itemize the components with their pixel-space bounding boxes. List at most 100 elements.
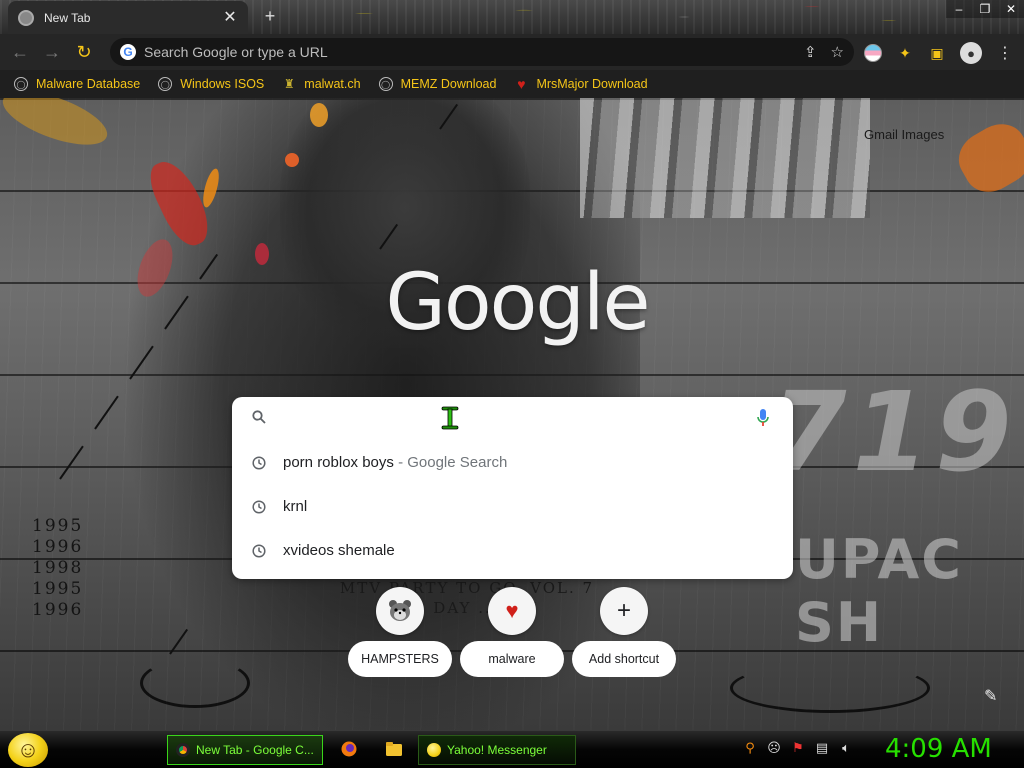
suggestion-item[interactable]: xvideos shemale xyxy=(232,529,793,573)
wallpaper-scroll-ornament xyxy=(730,663,930,713)
shortcut-tile[interactable]: ♥ xyxy=(488,587,536,635)
tab-title: New Tab xyxy=(44,10,91,25)
folder-icon[interactable] xyxy=(385,740,403,758)
search-box[interactable] xyxy=(232,397,793,439)
shortcut-tile[interactable] xyxy=(376,587,424,635)
new-tab-button[interactable]: + xyxy=(260,6,280,26)
suggestion-item[interactable]: krnl xyxy=(232,485,793,529)
add-shortcut-tile[interactable]: + xyxy=(600,587,648,635)
taskbar-item-chrome[interactable]: New Tab - Google C... xyxy=(167,735,323,765)
action-center-icon[interactable]: ⚑ xyxy=(790,740,806,756)
bookmark-label: Malware Database xyxy=(36,77,141,91)
wallpaper-year: 1995 xyxy=(32,516,84,536)
kebab-menu-icon[interactable]: ⋮ xyxy=(996,44,1014,62)
maximize-button[interactable]: ❐ xyxy=(972,0,998,18)
history-clock-icon xyxy=(252,500,266,514)
customize-pencil-icon[interactable]: ✎ xyxy=(984,686,1002,705)
paint-splatter xyxy=(949,114,1024,202)
bookmark-star-icon[interactable]: ☆ xyxy=(831,43,844,61)
address-bar[interactable]: G Search Google or type a URL ⇪ ☆ xyxy=(110,38,854,66)
suggestion-query: xvideos shemale xyxy=(283,542,395,559)
back-button[interactable]: ← xyxy=(8,40,32,64)
suggestion-item[interactable]: porn roblox boys - Google Search xyxy=(232,441,793,485)
reload-icon: ↻ xyxy=(76,41,92,62)
yahoo-messenger-icon xyxy=(427,743,441,757)
bug-icon: ♜ xyxy=(283,77,295,91)
wallpaper-side-text: UPAC SH xyxy=(795,528,963,654)
shortcut-label[interactable]: HAMPSTERS xyxy=(348,641,452,677)
share-icon[interactable]: ⇪ xyxy=(804,43,817,61)
forward-button[interactable]: → xyxy=(40,40,64,64)
tab-close-icon[interactable]: ✕ xyxy=(222,9,238,26)
search-input[interactable] xyxy=(282,405,742,431)
gmail-images-links[interactable]: Gmail Images xyxy=(864,127,944,142)
search-icon xyxy=(252,410,266,424)
taskbar-item-label: Yahoo! Messenger xyxy=(447,743,547,757)
chrome-icon xyxy=(176,743,190,757)
search-panel: porn roblox boys - Google Search krnl xv… xyxy=(232,397,793,579)
extensions-area: ✦ ▣ ● ⋮ xyxy=(864,42,1014,64)
profile-avatar-icon[interactable]: ● xyxy=(960,42,982,64)
bookmarks-bar: ◯ Malware Database ◯ Windows ISOS ♜ malw… xyxy=(0,70,1024,98)
puzzle-extensions-icon[interactable]: ✦ xyxy=(896,44,914,62)
system-tray: ⚲ ☹ ⚑ ▤ 🔈︎ xyxy=(742,740,854,756)
paint-splatter xyxy=(0,98,114,156)
suggestion-text: krnl xyxy=(283,498,307,515)
plus-icon: + xyxy=(616,597,631,624)
shortcut-malware[interactable]: ♥ xyxy=(488,587,536,635)
network-icon[interactable]: ▤ xyxy=(814,740,830,756)
heart-icon: ♥ xyxy=(517,76,526,92)
microphone-icon[interactable] xyxy=(756,408,770,428)
titlebar-graffiti xyxy=(300,0,940,34)
reload-button[interactable]: ↻ xyxy=(72,40,96,64)
bookmark-windows-isos[interactable]: ◯ Windows ISOS xyxy=(158,77,264,91)
firefox-icon[interactable] xyxy=(340,740,358,758)
minimize-button[interactable]: – xyxy=(946,0,972,18)
wallpaper-big-number: 719 xyxy=(770,368,1018,496)
close-window-button[interactable]: ✕ xyxy=(998,0,1024,18)
shortcut-label[interactable]: malware xyxy=(460,641,564,677)
side-panel-icon[interactable]: ▣ xyxy=(928,44,946,62)
wallpaper-dash xyxy=(94,395,119,430)
tab-new-tab[interactable]: New Tab ✕ xyxy=(8,1,248,34)
bookmark-malwatch[interactable]: ♜ malwat.ch xyxy=(282,77,361,91)
trans-flag-extension-icon[interactable] xyxy=(864,44,882,62)
messenger-tray-icon[interactable]: ☹ xyxy=(766,740,782,756)
search-tray-icon[interactable]: ⚲ xyxy=(742,740,758,756)
shortcut-hampsters[interactable] xyxy=(376,587,424,635)
suggestion-query: krnl xyxy=(283,498,308,515)
wallpaper-year: 1998 xyxy=(32,558,84,578)
window-controls: – ❐ ✕ xyxy=(946,0,1024,18)
heart-icon: ♥ xyxy=(505,598,519,623)
wallpaper-album-line: MTV PARTY TO GO, VOL. 7 xyxy=(339,579,595,597)
bookmark-mrsmajor-download[interactable]: ♥ MrsMajor Download xyxy=(514,76,647,92)
paint-splatter xyxy=(255,243,269,265)
volume-icon[interactable]: 🔈︎ xyxy=(838,740,854,756)
history-clock-icon xyxy=(252,544,266,558)
suggestion-query: porn roblox boys xyxy=(283,454,394,471)
hamster-icon xyxy=(389,600,411,621)
suggestion-text: porn roblox boys - Google Search xyxy=(283,454,507,471)
bookmark-label: MEMZ Download xyxy=(400,77,497,91)
taskbar-clock[interactable]: 4:09 AM xyxy=(885,734,992,764)
wallpaper-torn-posters xyxy=(580,98,870,218)
google-g-icon: G xyxy=(120,44,136,60)
google-logo: Google xyxy=(385,258,650,348)
taskbar: ☺ New Tab - Google C... Yahoo! Messenger… xyxy=(0,730,1024,768)
bookmark-memz-download[interactable]: ◯ MEMZ Download xyxy=(378,77,497,91)
bookmark-malware-database[interactable]: ◯ Malware Database xyxy=(14,77,140,91)
browser-toolbar: ← → ↻ G Search Google or type a URL ⇪ ☆ … xyxy=(0,34,1024,70)
paint-splatter xyxy=(285,153,299,167)
address-bar-placeholder: Search Google or type a URL xyxy=(144,44,328,60)
title-bar: New Tab ✕ + – ❐ ✕ xyxy=(0,0,1024,34)
shortcut-label[interactable]: Add shortcut xyxy=(572,641,676,677)
wallpaper-year: 1995 xyxy=(32,579,84,599)
taskbar-item-yahoo-messenger[interactable]: Yahoo! Messenger xyxy=(418,735,576,765)
start-button[interactable]: ☺ xyxy=(8,733,48,767)
new-tab-page: 719 UPAC SH 1995 1996 1998 1995 1996 MTV… xyxy=(0,98,1024,730)
wallpaper-year: 1996 xyxy=(32,537,84,557)
suggestion-text: xvideos shemale xyxy=(283,542,395,559)
wallpaper-album-line: T... DAY ...ORY xyxy=(396,599,538,617)
globe-icon: ◯ xyxy=(158,77,173,91)
shortcut-add[interactable]: + xyxy=(600,587,648,635)
